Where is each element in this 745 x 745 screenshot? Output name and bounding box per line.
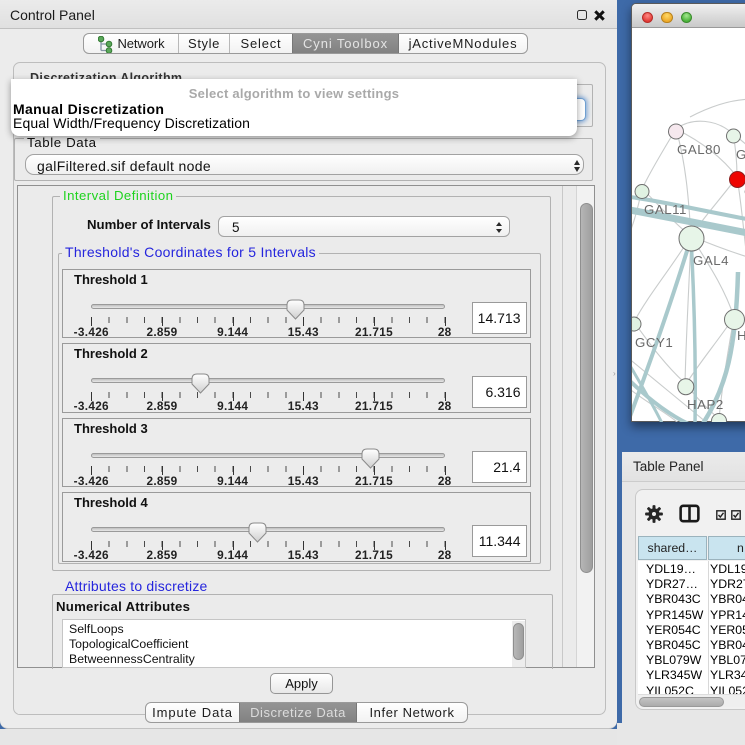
svg-text:HAP2: HAP2 (687, 397, 724, 412)
svg-text:GAL4: GAL4 (693, 253, 729, 268)
svg-text:GAL11: GAL11 (644, 202, 687, 217)
svg-text:GCY1: GCY1 (635, 335, 673, 350)
svg-text:GA: GA (736, 147, 745, 162)
svg-text:H: H (737, 328, 745, 343)
svg-text:GAL80: GAL80 (677, 142, 721, 157)
